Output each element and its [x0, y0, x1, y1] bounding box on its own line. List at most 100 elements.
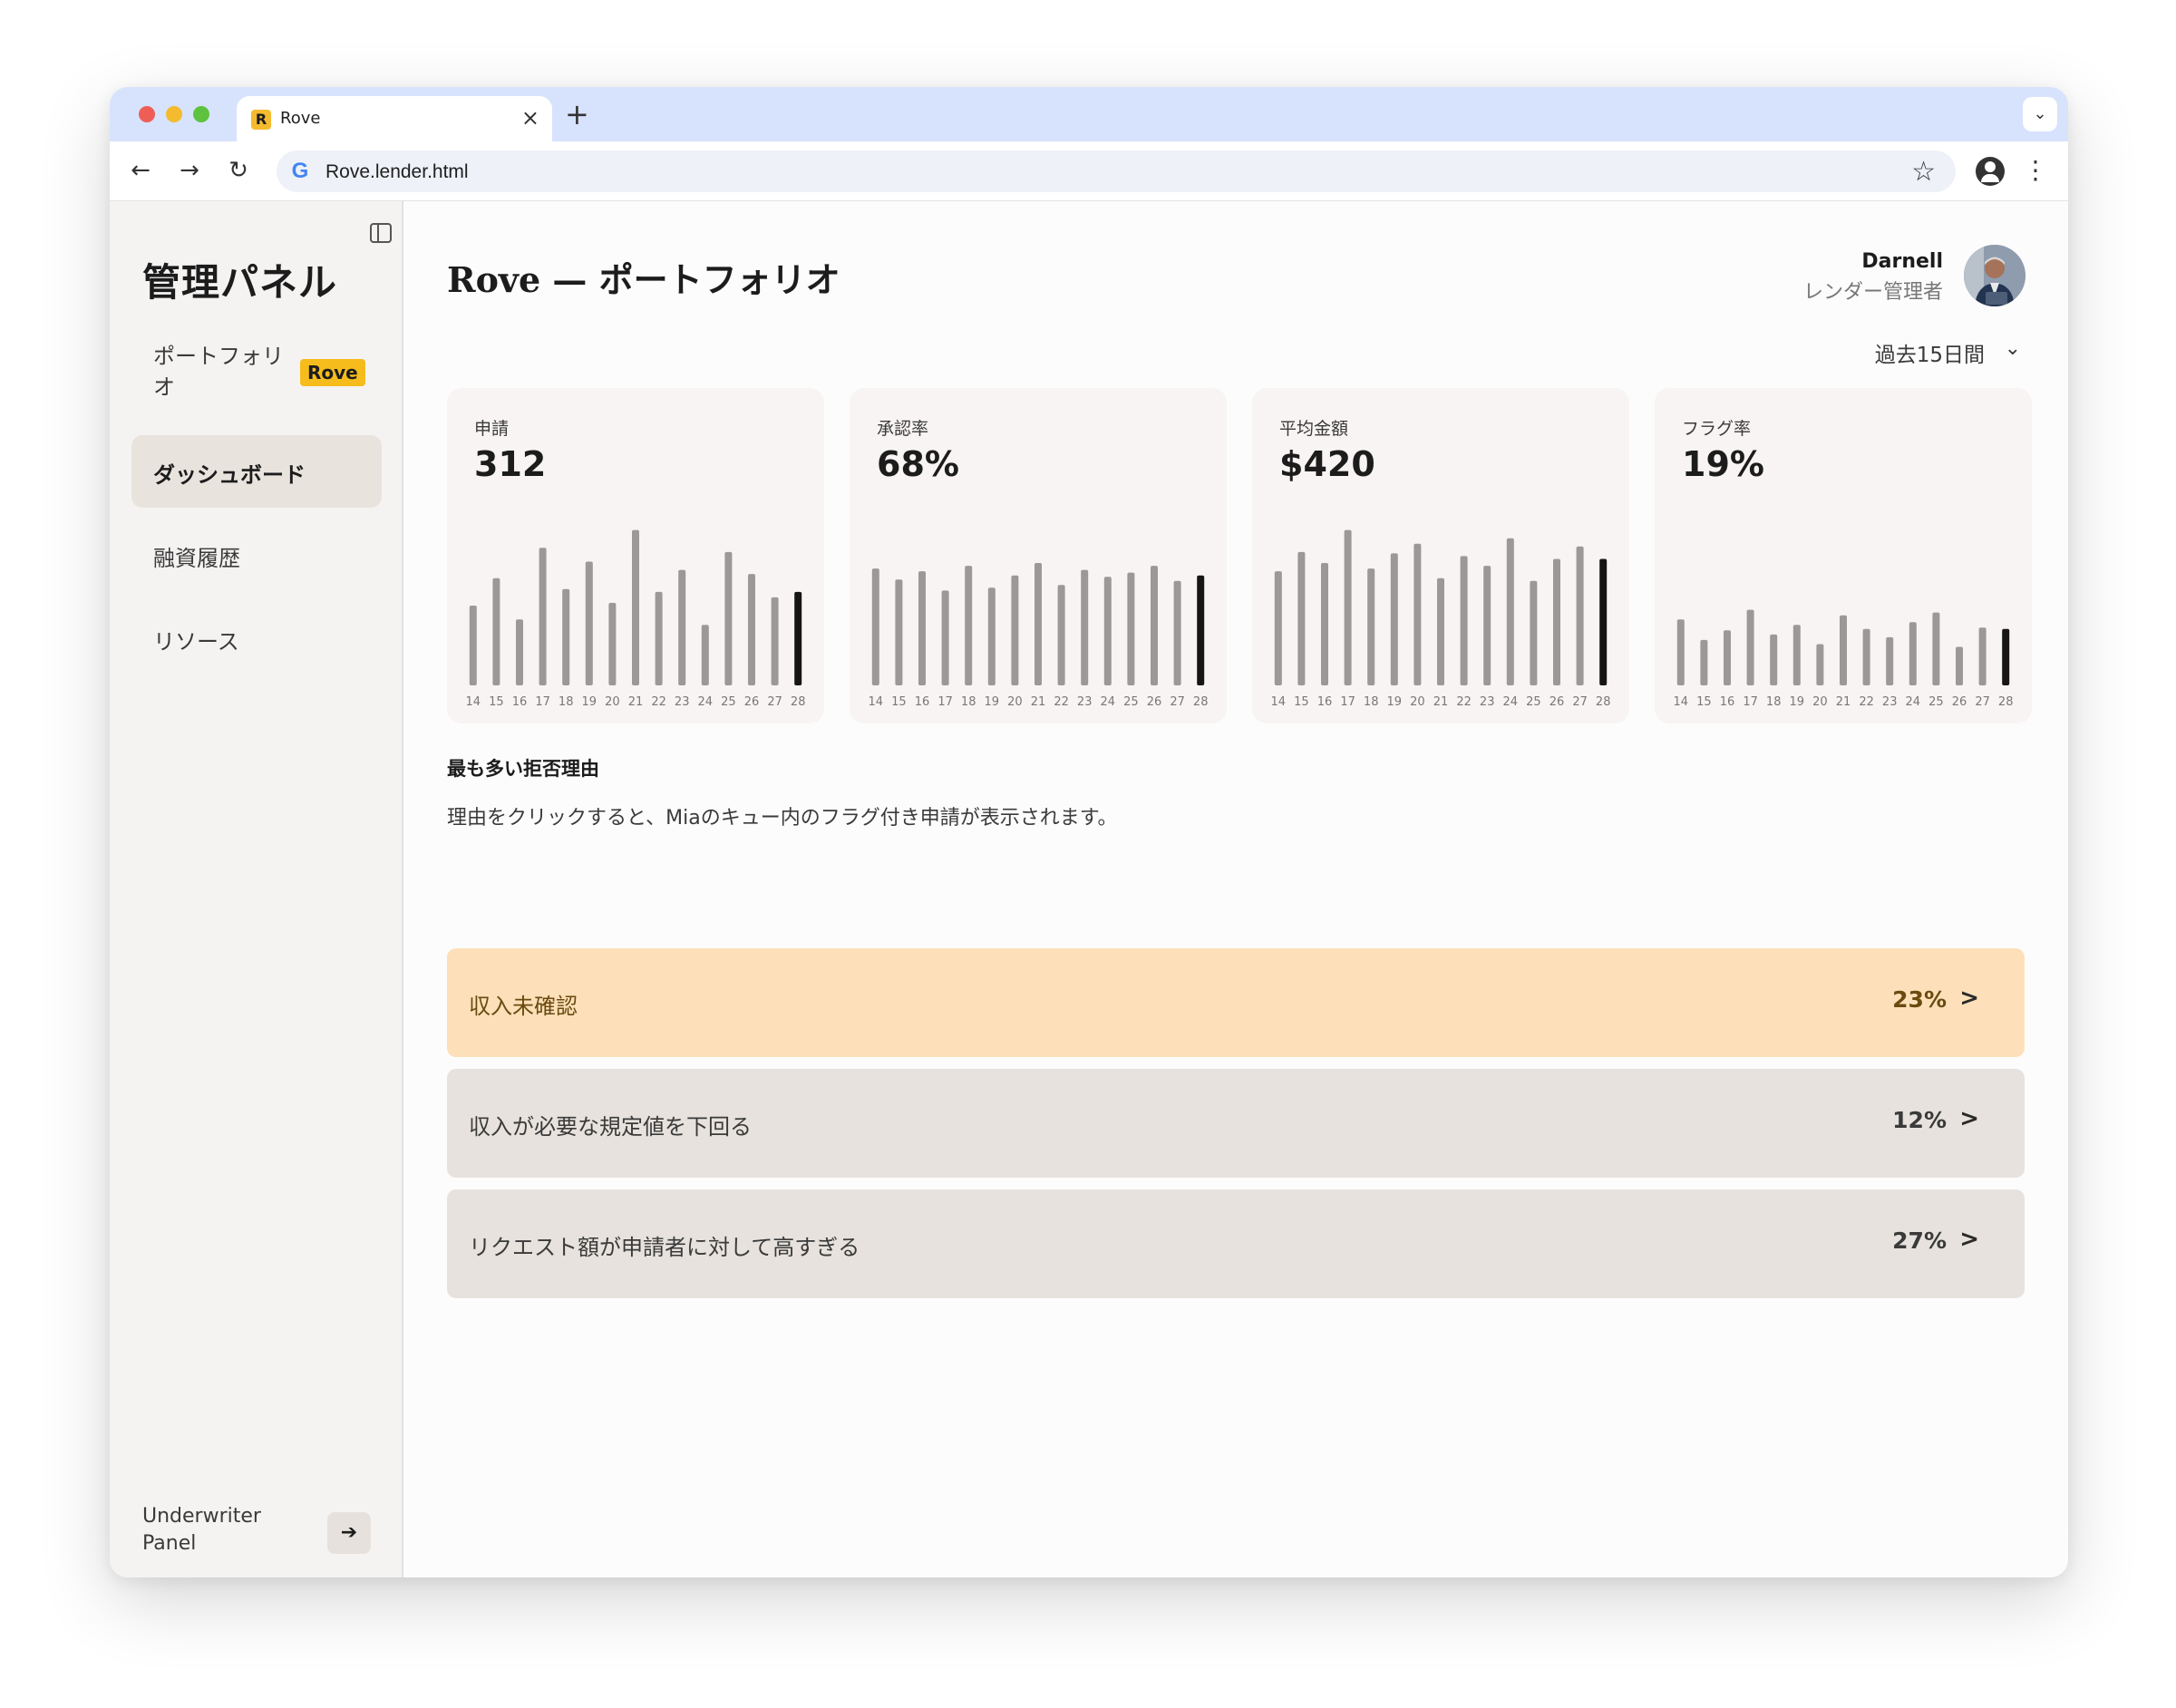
chart-bar	[1483, 566, 1491, 685]
chevron-down-icon[interactable]: ⌄	[2005, 337, 2021, 360]
chevron-right-icon: >	[1959, 1105, 1979, 1132]
chart-bar	[748, 574, 755, 685]
chart-tick-label: 19	[1790, 695, 1805, 709]
metric-value: 19%	[1682, 444, 1764, 484]
browser-menu-icon[interactable]: ⋮	[2023, 154, 2048, 187]
sidebar: 管理パネル ポートフォリオ Rove ダッシュボード 融資履歴 リソース Und…	[110, 201, 403, 1577]
chart-tick-label: 26	[744, 695, 760, 709]
period-dropdown[interactable]: 過去15日間	[1875, 337, 1985, 368]
sidebar-toggle-icon[interactable]	[370, 223, 392, 243]
chart-bar	[1011, 575, 1019, 685]
chart-bar	[1978, 627, 1987, 685]
chart-tick-label: 28	[1193, 695, 1209, 709]
sidebar-item-loan-history[interactable]: 融資履歴	[131, 519, 382, 591]
chart-tick-label: 27	[1572, 695, 1588, 709]
reason-row-income-below-threshold[interactable]: 収入が必要な規定値を下回る 12% >	[447, 1069, 2025, 1178]
chart-tick-label: 28	[791, 695, 806, 709]
profile-icon[interactable]	[1976, 157, 2005, 186]
address-bar[interactable]: G Rove.lender.html ☆	[277, 150, 1956, 192]
chart-bar	[1530, 580, 1538, 685]
chart-tick-label: 24	[698, 695, 714, 709]
chart-bar	[1886, 636, 1894, 685]
tab-search-chevron-icon[interactable]: ⌄	[2023, 97, 2057, 131]
sidebar-item-label: ポートフォリオ	[153, 344, 284, 400]
average-amount-bar-chart: 14 15 16 17 18 19 20 21 22 23 24 25 26 27 28	[1271, 529, 1610, 709]
chart-tick-label: 23	[1480, 695, 1495, 709]
page-title: Rove — ポートフォリオ	[447, 259, 840, 300]
avatar-image	[1964, 245, 2025, 306]
chart-bar	[2002, 628, 2010, 685]
close-window-button[interactable]	[139, 106, 155, 122]
chart-tick-label: 14	[1271, 695, 1287, 709]
sidebar-item-dashboard[interactable]: ダッシュボード	[131, 435, 382, 508]
chart-tick-label: 19	[985, 695, 1000, 709]
metric-value: $420	[1279, 444, 1375, 484]
chart-tick-label: 21	[1433, 695, 1449, 709]
chart-tick-label: 20	[1410, 695, 1425, 709]
reload-button[interactable]: ↻	[222, 154, 255, 187]
back-button[interactable]: ←	[124, 154, 157, 187]
chevron-right-icon: >	[1959, 985, 1979, 1012]
avatar[interactable]	[1964, 245, 2025, 306]
chart-bar	[1909, 622, 1917, 685]
chart-tick-label: 23	[1882, 695, 1898, 709]
chart-bar	[1460, 556, 1468, 685]
chart-bar	[1676, 619, 1685, 685]
chart-tick-label: 27	[1170, 695, 1185, 709]
chart-bar	[1197, 575, 1205, 685]
sidebar-item-resources[interactable]: リソース	[131, 602, 382, 674]
chart-bar	[895, 579, 903, 685]
chart-bar	[539, 548, 547, 685]
chart-bar	[1746, 609, 1754, 685]
maximize-window-button[interactable]	[193, 106, 209, 122]
metric-label: 承認率	[877, 419, 929, 439]
chart-tick-label: 17	[1340, 695, 1355, 709]
chart-bar	[871, 568, 879, 685]
sidebar-item-label: リソース	[153, 629, 239, 655]
chart-bar	[1057, 585, 1065, 685]
chart-tick-label: 22	[651, 695, 666, 709]
chart-tick-label: 15	[489, 695, 504, 709]
close-tab-icon[interactable]: ×	[521, 105, 539, 131]
url-text[interactable]: Rove.lender.html	[325, 161, 469, 183]
sidebar-title: 管理パネル	[142, 260, 338, 305]
chart-tick-label: 27	[767, 695, 782, 709]
metric-card-applications: 申請 312 14 15 16 17 18 19 20 21 22 23 24 25 26 27 28	[447, 388, 824, 723]
reason-label: リクエスト額が申請者に対して高すぎる	[469, 1235, 860, 1260]
arrow-right-icon[interactable]: ➔	[327, 1512, 371, 1554]
chart-tick-label: 21	[1836, 695, 1851, 709]
chart-bar	[987, 587, 996, 685]
chart-bar	[1599, 558, 1608, 685]
chevron-right-icon: >	[1959, 1226, 1979, 1253]
chart-tick-label: 15	[1294, 695, 1309, 709]
reason-percentage: 27%	[1892, 1228, 1947, 1254]
metric-value: 68%	[877, 444, 959, 484]
chart-bar	[1297, 551, 1306, 685]
reason-row-income-unverified[interactable]: 収入未確認 23% >	[447, 948, 2025, 1057]
reason-percentage: 12%	[1892, 1107, 1947, 1133]
chart-tick-label: 21	[628, 695, 644, 709]
sidebar-item-portfolio[interactable]: ポートフォリオ Rove	[131, 335, 382, 408]
sidebar-item-label: 融資履歴	[153, 546, 240, 571]
chart-tick-label: 17	[937, 695, 953, 709]
bookmark-star-icon[interactable]: ☆	[1911, 156, 1936, 188]
forward-button[interactable]: →	[173, 154, 206, 187]
chart-bar	[608, 603, 617, 685]
chart-tick-label: 25	[1123, 695, 1139, 709]
tab-strip: R Rove × + ⌄	[110, 87, 2068, 141]
reason-row-amount-too-high[interactable]: リクエスト額が申請者に対して高すぎる 27% >	[447, 1189, 2025, 1298]
metric-label: 平均金額	[1279, 419, 1349, 439]
reason-label: 収入が必要な規定値を下回る	[469, 1114, 752, 1140]
chart-bar	[1932, 612, 1940, 685]
chart-tick-label: 15	[891, 695, 907, 709]
chart-tick-label: 18	[961, 695, 976, 709]
minimize-window-button[interactable]	[166, 106, 182, 122]
chart-bar	[1816, 644, 1824, 685]
browser-tab[interactable]: R Rove ×	[237, 96, 552, 141]
chart-bar	[1437, 577, 1444, 685]
chart-bar	[918, 571, 926, 685]
chart-tick-label: 24	[1906, 695, 1921, 709]
chart-tick-label: 18	[1364, 695, 1379, 709]
metric-card-approval-rate: 承認率 68% 14 15 16 17 18 19 20 21 22 23 24 25 26 27 28	[850, 388, 1227, 723]
new-tab-button[interactable]: +	[565, 96, 589, 132]
